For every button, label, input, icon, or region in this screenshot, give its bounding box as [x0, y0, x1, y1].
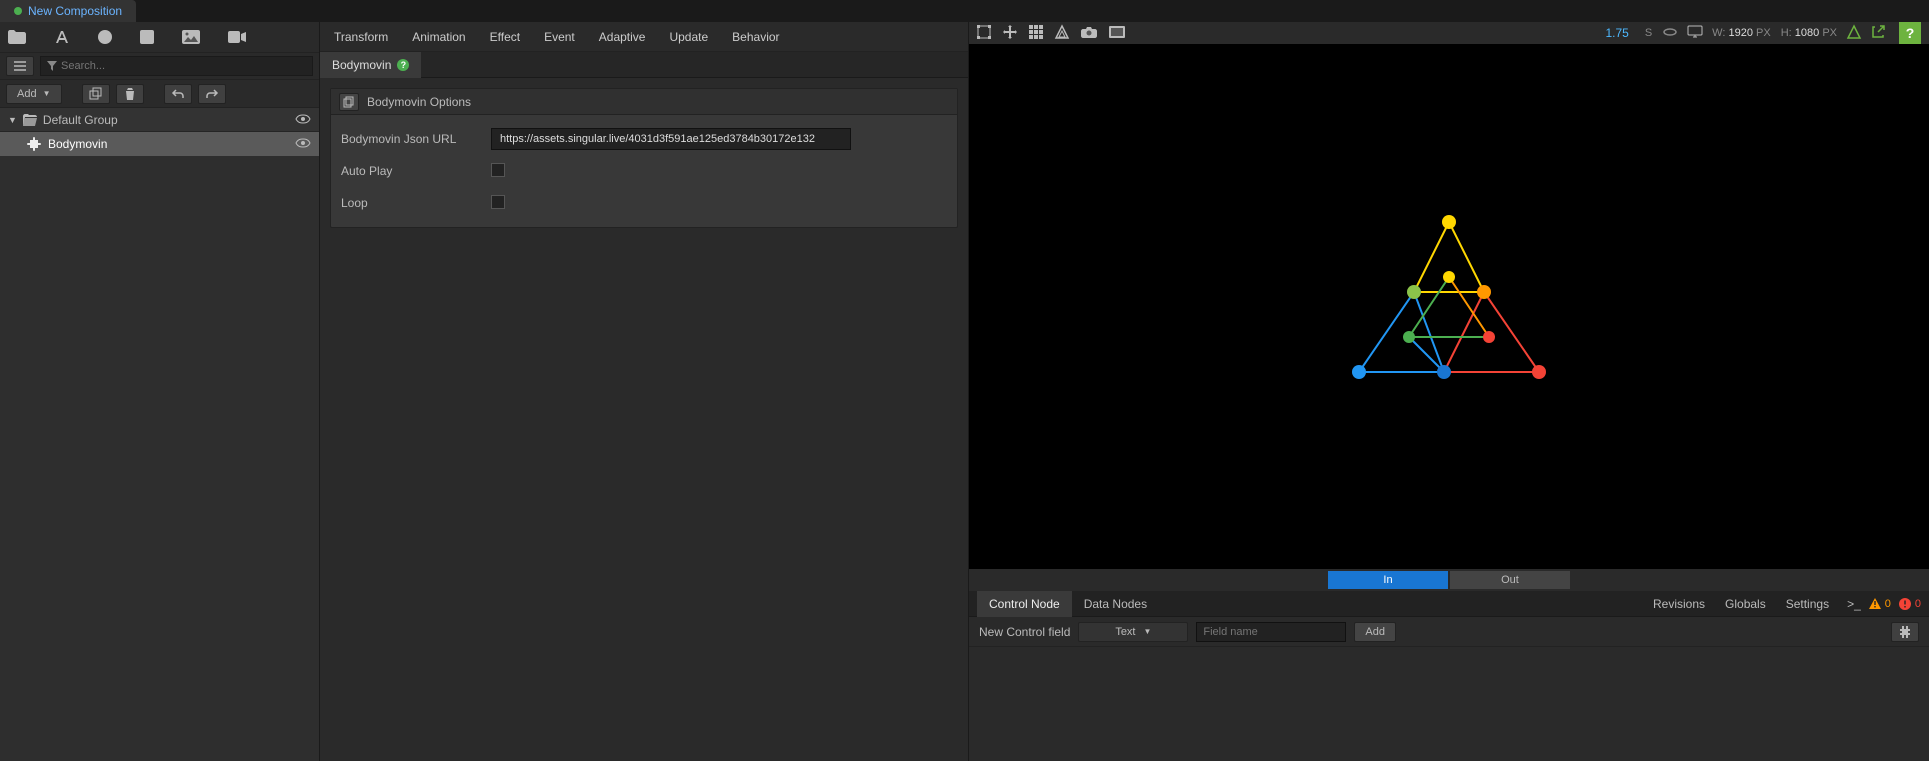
puzzle-icon [28, 137, 42, 151]
in-out-switch: In Out [969, 569, 1929, 591]
scene-panel: Add▼ ▼ Default Group Bodymovin [0, 22, 320, 761]
monitor-icon[interactable] [1688, 26, 1702, 41]
status-dot-icon [14, 7, 22, 15]
autoplay-row: Auto Play [341, 155, 947, 187]
help-button[interactable]: ? [1899, 22, 1921, 44]
chevron-down-icon: ▼ [8, 115, 17, 125]
snapshot-icon[interactable] [1109, 25, 1125, 42]
copy-section-button[interactable] [339, 93, 359, 111]
menu-animation[interactable]: Animation [412, 30, 465, 44]
redo-button[interactable] [198, 84, 226, 104]
tab-data-nodes[interactable]: Data Nodes [1072, 591, 1159, 617]
element-type-toolbar [0, 22, 319, 52]
composition-tab[interactable]: New Composition [0, 0, 136, 22]
bodymovin-preview [1339, 207, 1559, 407]
loop-row: Loop [341, 187, 947, 219]
new-field-row: New Control field Text▼ Add [969, 617, 1929, 647]
scene-tree: ▼ Default Group Bodymovin [0, 108, 319, 761]
in-button[interactable]: In [1328, 571, 1448, 589]
logo-triangle-icon[interactable] [1055, 25, 1069, 42]
url-row: Bodymovin Json URL [341, 123, 947, 155]
canvas-toolbar: 1.75 S W: 1920 PX H: 1080 PX ? [969, 22, 1929, 44]
new-field-label: New Control field [979, 625, 1070, 639]
settings-link[interactable]: Settings [1776, 597, 1839, 611]
move-icon[interactable] [1003, 25, 1017, 42]
undo-button[interactable] [164, 84, 192, 104]
top-bar: New Composition [0, 0, 1929, 22]
zoom-value[interactable]: 1.75 [1599, 26, 1634, 40]
square-icon[interactable] [140, 30, 154, 44]
add-field-button[interactable]: Add [1354, 622, 1396, 642]
logo-small-icon[interactable] [1847, 25, 1861, 42]
loop-label: Loop [341, 196, 491, 210]
duplicate-button[interactable] [82, 84, 110, 104]
loop-checkbox[interactable] [491, 195, 505, 209]
tree-item-bodymovin[interactable]: Bodymovin [0, 132, 319, 156]
add-button[interactable]: Add▼ [6, 84, 62, 104]
bounds-icon[interactable] [977, 25, 991, 42]
bottom-tabs: Control Node Data Nodes Revisions Global… [969, 591, 1929, 617]
search-row [0, 52, 319, 80]
search-input[interactable] [61, 60, 306, 72]
tree-group-default[interactable]: ▼ Default Group [0, 108, 319, 132]
divider [68, 84, 76, 104]
canvas-height: 1080 [1795, 27, 1819, 39]
preview-panel: 1.75 S W: 1920 PX H: 1080 PX ? [969, 22, 1929, 761]
element-tab-bar: Bodymovin ? [320, 52, 968, 78]
canvas-width: 1920 [1728, 27, 1752, 39]
folder-open-icon [23, 114, 37, 126]
text-icon[interactable] [54, 29, 70, 45]
circle-icon[interactable] [98, 30, 112, 44]
folder-icon[interactable] [8, 30, 26, 44]
menu-event[interactable]: Event [544, 30, 575, 44]
tab-control-node[interactable]: Control Node [977, 591, 1072, 617]
menu-transform[interactable]: Transform [334, 30, 388, 44]
autoplay-label: Auto Play [341, 164, 491, 178]
video-icon[interactable] [228, 31, 246, 43]
section-header: Bodymovin Options [331, 89, 957, 115]
globals-link[interactable]: Globals [1715, 597, 1776, 611]
external-link-icon[interactable] [1871, 25, 1885, 42]
field-name-input[interactable] [1196, 622, 1346, 642]
visibility-toggle[interactable] [295, 113, 311, 127]
url-label: Bodymovin Json URL [341, 132, 491, 146]
list-toggle-button[interactable] [6, 56, 34, 76]
sync-icon[interactable] [1662, 26, 1678, 41]
revisions-link[interactable]: Revisions [1643, 597, 1715, 611]
grid-icon[interactable] [1029, 25, 1043, 42]
properties-panel: Transform Animation Effect Event Adaptiv… [320, 22, 969, 761]
zoom-unit: S [1645, 27, 1652, 39]
menu-adaptive[interactable]: Adaptive [599, 30, 646, 44]
preview-canvas[interactable] [969, 44, 1929, 569]
bodymovin-options-section: Bodymovin Options Bodymovin Json URL Aut… [330, 88, 958, 228]
image-icon[interactable] [182, 30, 200, 44]
menu-effect[interactable]: Effect [490, 30, 520, 44]
property-category-menu: Transform Animation Effect Event Adaptiv… [320, 22, 968, 52]
add-toolbar: Add▼ [0, 80, 319, 108]
visibility-toggle[interactable] [295, 137, 311, 151]
composition-tab-label: New Composition [28, 4, 122, 18]
out-button[interactable]: Out [1450, 571, 1570, 589]
menu-update[interactable]: Update [669, 30, 708, 44]
search-box[interactable] [40, 56, 313, 76]
terminal-icon[interactable]: >_ [1847, 597, 1861, 611]
tree-item-label: Bodymovin [48, 137, 107, 151]
plugin-icon-button[interactable] [1891, 622, 1919, 642]
help-badge-icon[interactable]: ? [397, 59, 409, 71]
menu-behavior[interactable]: Behavior [732, 30, 779, 44]
autoplay-checkbox[interactable] [491, 163, 505, 177]
bodymovin-url-input[interactable] [491, 128, 851, 150]
field-type-select[interactable]: Text▼ [1078, 622, 1188, 642]
camera-icon[interactable] [1081, 25, 1097, 42]
warning-count[interactable]: 0 [1869, 598, 1891, 610]
element-tab-bodymovin[interactable]: Bodymovin ? [320, 52, 421, 78]
filter-icon [47, 61, 57, 71]
tree-group-label: Default Group [43, 113, 118, 127]
divider [150, 84, 158, 104]
control-panel: Control Node Data Nodes Revisions Global… [969, 591, 1929, 761]
error-count[interactable]: 0 [1899, 598, 1921, 610]
section-title: Bodymovin Options [367, 95, 471, 109]
delete-button[interactable] [116, 84, 144, 104]
